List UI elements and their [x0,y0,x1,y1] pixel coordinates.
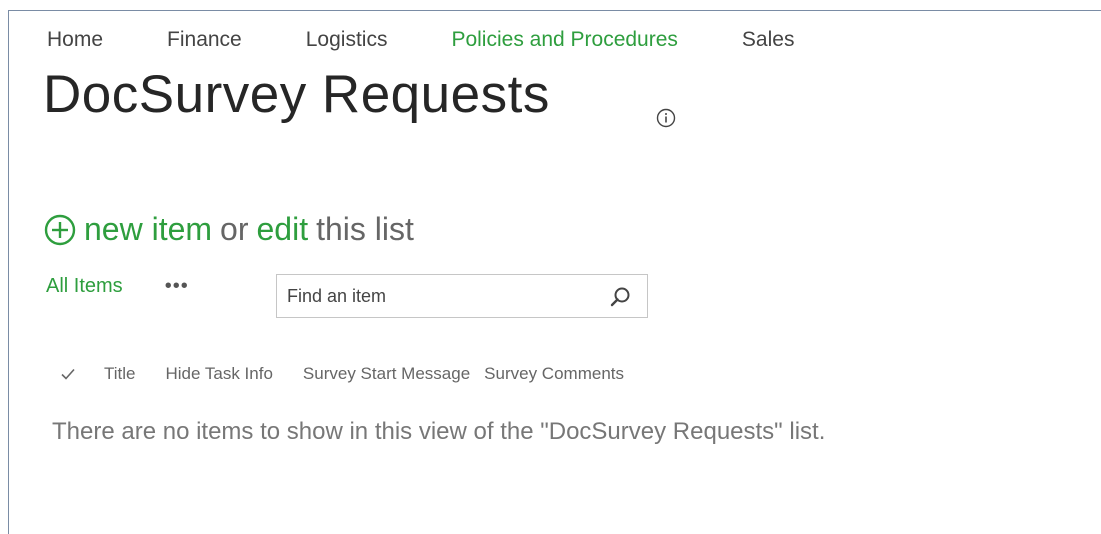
view-all-items[interactable]: All Items [46,275,123,298]
nav-item-policies-and-procedures[interactable]: Policies and Procedures [451,28,677,52]
empty-list-message: There are no items to show in this view … [52,418,826,445]
search-icon[interactable] [609,286,631,308]
new-item-row: new item or edit this list [44,211,414,248]
nav-item-logistics[interactable]: Logistics [306,28,388,52]
edit-list-link[interactable]: edit [257,211,309,248]
nav-item-home[interactable]: Home [47,28,103,52]
nav-item-sales[interactable]: Sales [742,28,795,52]
column-header-survey-start-message[interactable]: Survey Start Message [303,364,470,384]
column-header-hide-task-info[interactable]: Hide Task Info [166,364,273,384]
new-item-link[interactable]: new item [84,211,212,248]
view-selector: All Items ••• [46,275,189,298]
more-views-button[interactable]: ••• [165,275,189,298]
search-box [276,274,648,318]
or-text: or [220,211,249,247]
checkmark-icon[interactable] [60,366,76,382]
search-input[interactable] [287,283,587,309]
add-circle-icon[interactable] [44,214,76,246]
this-list-text: this list [316,211,414,247]
nav-item-finance[interactable]: Finance [167,28,242,52]
column-headers: Title Hide Task Info Survey Start Messag… [60,364,654,384]
page-title: DocSurvey Requests [43,65,550,124]
top-navigation: Home Finance Logistics Policies and Proc… [47,28,858,52]
info-icon[interactable] [656,108,676,128]
column-header-survey-comments[interactable]: Survey Comments [484,364,624,384]
column-header-title[interactable]: Title [104,364,136,384]
